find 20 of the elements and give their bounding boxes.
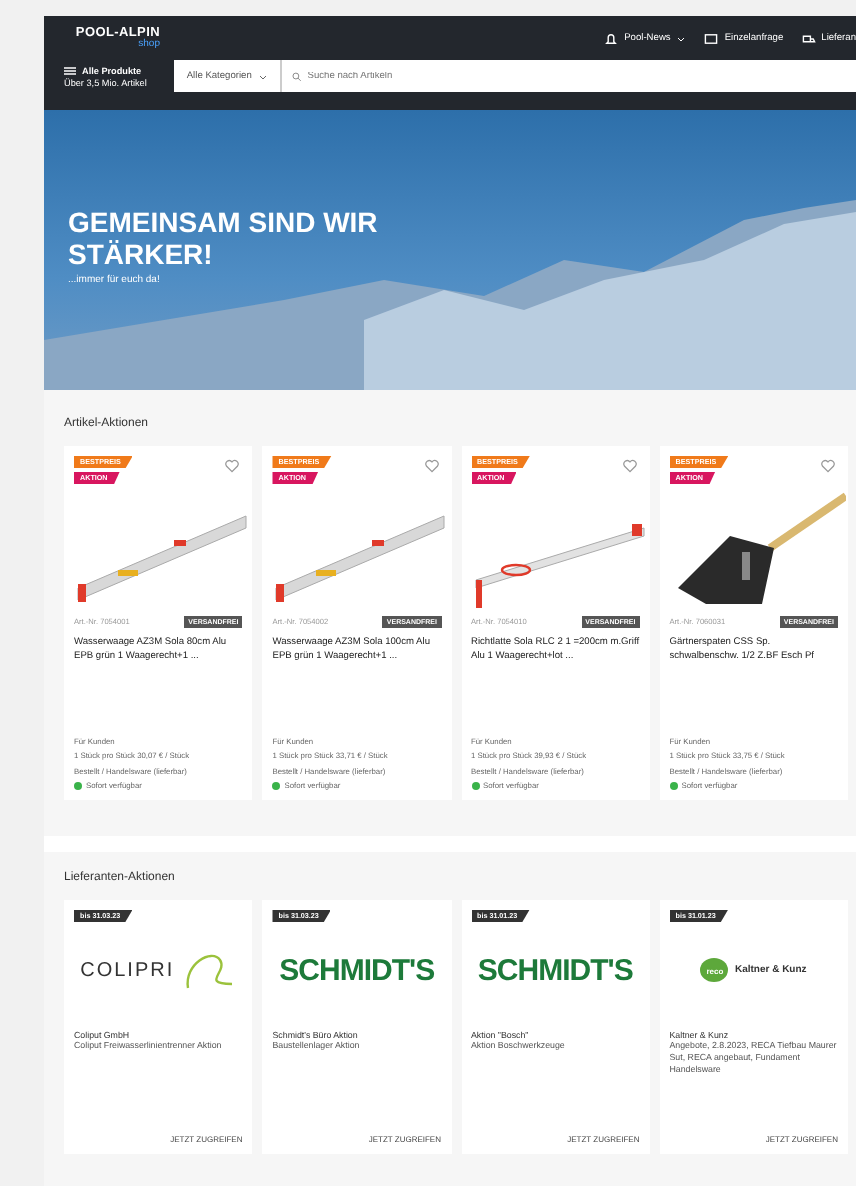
status-dot-icon [471, 781, 479, 789]
hero-title: GEMEINSAM SIND WIR STÄRKER! [68, 206, 380, 270]
supplier-logo-text: SCHMIDT'S [477, 953, 633, 987]
heart-icon[interactable] [423, 458, 439, 474]
status-dot-icon [272, 781, 281, 789]
status-dot-icon [669, 781, 678, 789]
supplier-logo-text: SCHMIDT'S [279, 953, 435, 987]
product-card[interactable] [262, 446, 451, 800]
envelope-icon [704, 31, 719, 45]
supplier-logo-text: COLIPRI [80, 959, 175, 981]
bell-icon [604, 31, 619, 45]
heart-icon[interactable] [621, 458, 638, 474]
product-card[interactable] [461, 446, 650, 800]
search-icon [291, 71, 302, 81]
product-card[interactable] [64, 446, 253, 800]
heart-icon[interactable] [224, 458, 241, 474]
truck-icon [801, 31, 816, 45]
menu-icon [64, 65, 76, 75]
status-dot-icon [74, 781, 82, 789]
heart-icon[interactable] [820, 458, 836, 474]
